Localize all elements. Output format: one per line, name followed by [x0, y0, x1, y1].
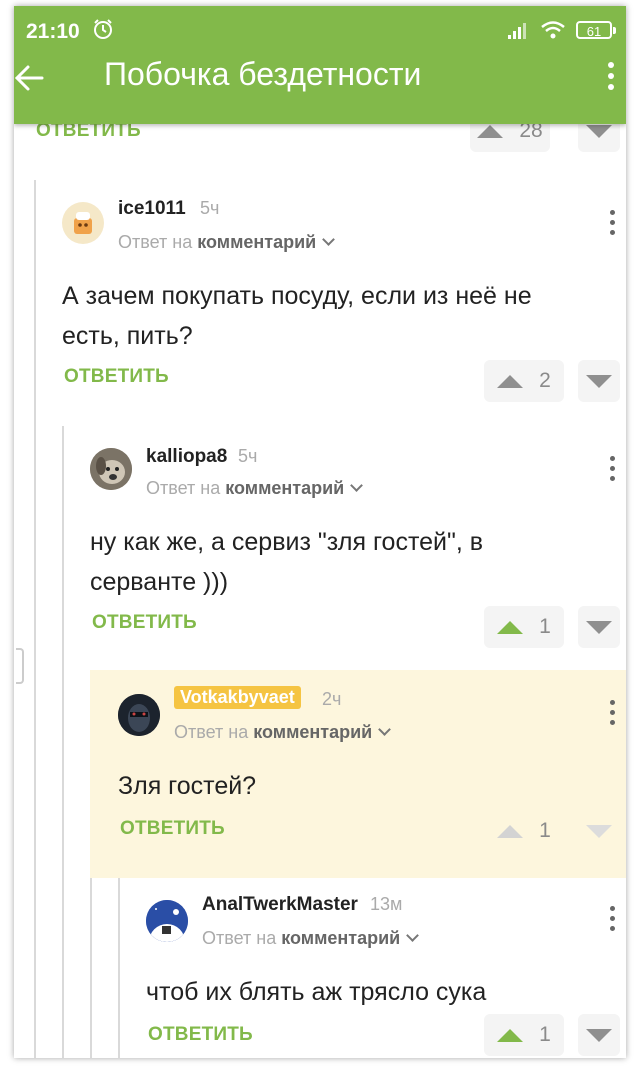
status-icons: 61 — [506, 18, 616, 42]
signal-icon — [508, 23, 526, 39]
comment-line: ну как же, а сервиз "зля гостей", в — [90, 528, 484, 556]
downvote-icon — [586, 620, 612, 634]
reply-to-prefix: Ответ на — [118, 232, 193, 252]
night-sky-avatar — [146, 900, 188, 942]
comment-thread: ОТВЕТИТЬ 28 ice1011 5ч Ответ на коммента… — [14, 6, 626, 1058]
upvote-button[interactable]: 1 — [484, 810, 564, 852]
more-options-icon[interactable] — [608, 906, 616, 934]
downvote-button[interactable] — [578, 360, 620, 402]
chevron-down-icon — [406, 929, 420, 942]
comment-line: серванте ))) — [90, 568, 229, 596]
chevron-down-icon — [378, 723, 392, 736]
reply-to-prefix: Ответ на — [202, 928, 277, 948]
comment-time: 13м — [370, 894, 403, 914]
chevron-down-icon — [322, 233, 336, 246]
reply-to-target: комментарий — [197, 232, 317, 252]
reply-to-link[interactable]: Ответ на комментарий — [202, 928, 420, 949]
reply-button[interactable]: ОТВЕТИТЬ — [148, 1024, 253, 1046]
chevron-down-icon — [350, 479, 364, 492]
dark-face-avatar — [118, 694, 160, 736]
reply-button[interactable]: ОТВЕТИТЬ — [92, 612, 197, 634]
upvote-icon — [477, 124, 504, 138]
upvote-icon — [497, 824, 524, 838]
reply-to-link[interactable]: Ответ на комментарий — [118, 232, 336, 253]
comment-text: ну как же, а сервиз "зля гостей", в серв… — [90, 522, 610, 602]
upvote-icon — [497, 1028, 524, 1042]
alarm-icon — [94, 19, 112, 39]
app-bar: 21:10 61 Побочка бездетности — [14, 6, 626, 124]
rating-count: 1 — [539, 819, 551, 842]
comment-username[interactable]: AnalTwerkMaster — [202, 894, 358, 916]
collapse-handle[interactable] — [16, 648, 24, 684]
rating-count: 2 — [539, 369, 551, 392]
rating-count: 1 — [539, 1023, 551, 1046]
thread-line — [62, 426, 64, 1058]
comment-text: чтоб их блять аж трясло сука — [146, 972, 606, 1012]
comment-username[interactable]: kalliopa8 — [146, 446, 227, 468]
comment-line: есть, пить? — [62, 322, 193, 350]
downvote-icon — [586, 374, 612, 388]
downvote-icon — [586, 1028, 612, 1042]
phone-screen: 21:10 61 Побочка бездетности ОТВЕТИТЬ 28… — [14, 6, 626, 1058]
comment-line: чтоб их блять аж трясло сука — [146, 978, 487, 1006]
downvote-icon — [586, 124, 612, 138]
reply-to-prefix: Ответ на — [174, 722, 249, 742]
battery-icon: 61 — [576, 21, 616, 39]
rating-count: 1 — [539, 615, 551, 638]
thread-line — [118, 874, 120, 1058]
more-options-icon[interactable] — [608, 700, 616, 728]
upvote-button[interactable]: 1 — [484, 606, 564, 648]
comment-username[interactable]: ice1011 — [118, 198, 186, 220]
dog-avatar — [90, 448, 132, 490]
comment-line: А зачем покупать посуду, если из неё не — [62, 282, 532, 310]
upvote-icon — [497, 620, 524, 634]
page-title: Побочка бездетности — [104, 56, 422, 92]
more-options-icon[interactable] — [608, 210, 616, 238]
comment-line: Зля гостей? — [118, 772, 257, 800]
comment-time: 2ч — [322, 689, 342, 709]
downvote-icon — [586, 824, 612, 838]
reply-button[interactable]: ОТВЕТИТЬ — [64, 366, 169, 388]
comment-username[interactable]: Votkakbyvaet — [174, 686, 301, 709]
more-options-icon[interactable] — [608, 456, 616, 484]
upvote-button[interactable]: 1 — [484, 1014, 564, 1056]
overflow-menu-icon[interactable] — [606, 62, 616, 94]
thread-line — [34, 180, 36, 1058]
reply-to-link[interactable]: Ответ на комментарий — [146, 478, 364, 499]
back-arrow-icon[interactable] — [14, 60, 44, 96]
reply-to-prefix: Ответ на — [146, 478, 221, 498]
comment-text: Зля гостей? — [118, 766, 608, 806]
upvote-icon — [497, 374, 524, 388]
downvote-button[interactable] — [578, 1014, 620, 1056]
wifi-icon — [541, 21, 565, 39]
reply-to-target: комментарий — [253, 722, 373, 742]
cartoon-avatar — [62, 202, 104, 244]
downvote-button[interactable] — [578, 810, 620, 852]
upvote-button[interactable]: 2 — [484, 360, 564, 402]
comment-text: А зачем покупать посуду, если из неё не … — [62, 276, 610, 356]
status-time: 21:10 — [26, 20, 80, 43]
reply-to-target: комментарий — [281, 928, 401, 948]
comment-time: 5ч — [200, 198, 220, 218]
reply-to-target: комментарий — [225, 478, 345, 498]
comment-time: 5ч — [238, 446, 258, 466]
reply-to-link[interactable]: Ответ на комментарий — [174, 722, 392, 743]
downvote-button[interactable] — [578, 606, 620, 648]
reply-button[interactable]: ОТВЕТИТЬ — [120, 818, 225, 840]
